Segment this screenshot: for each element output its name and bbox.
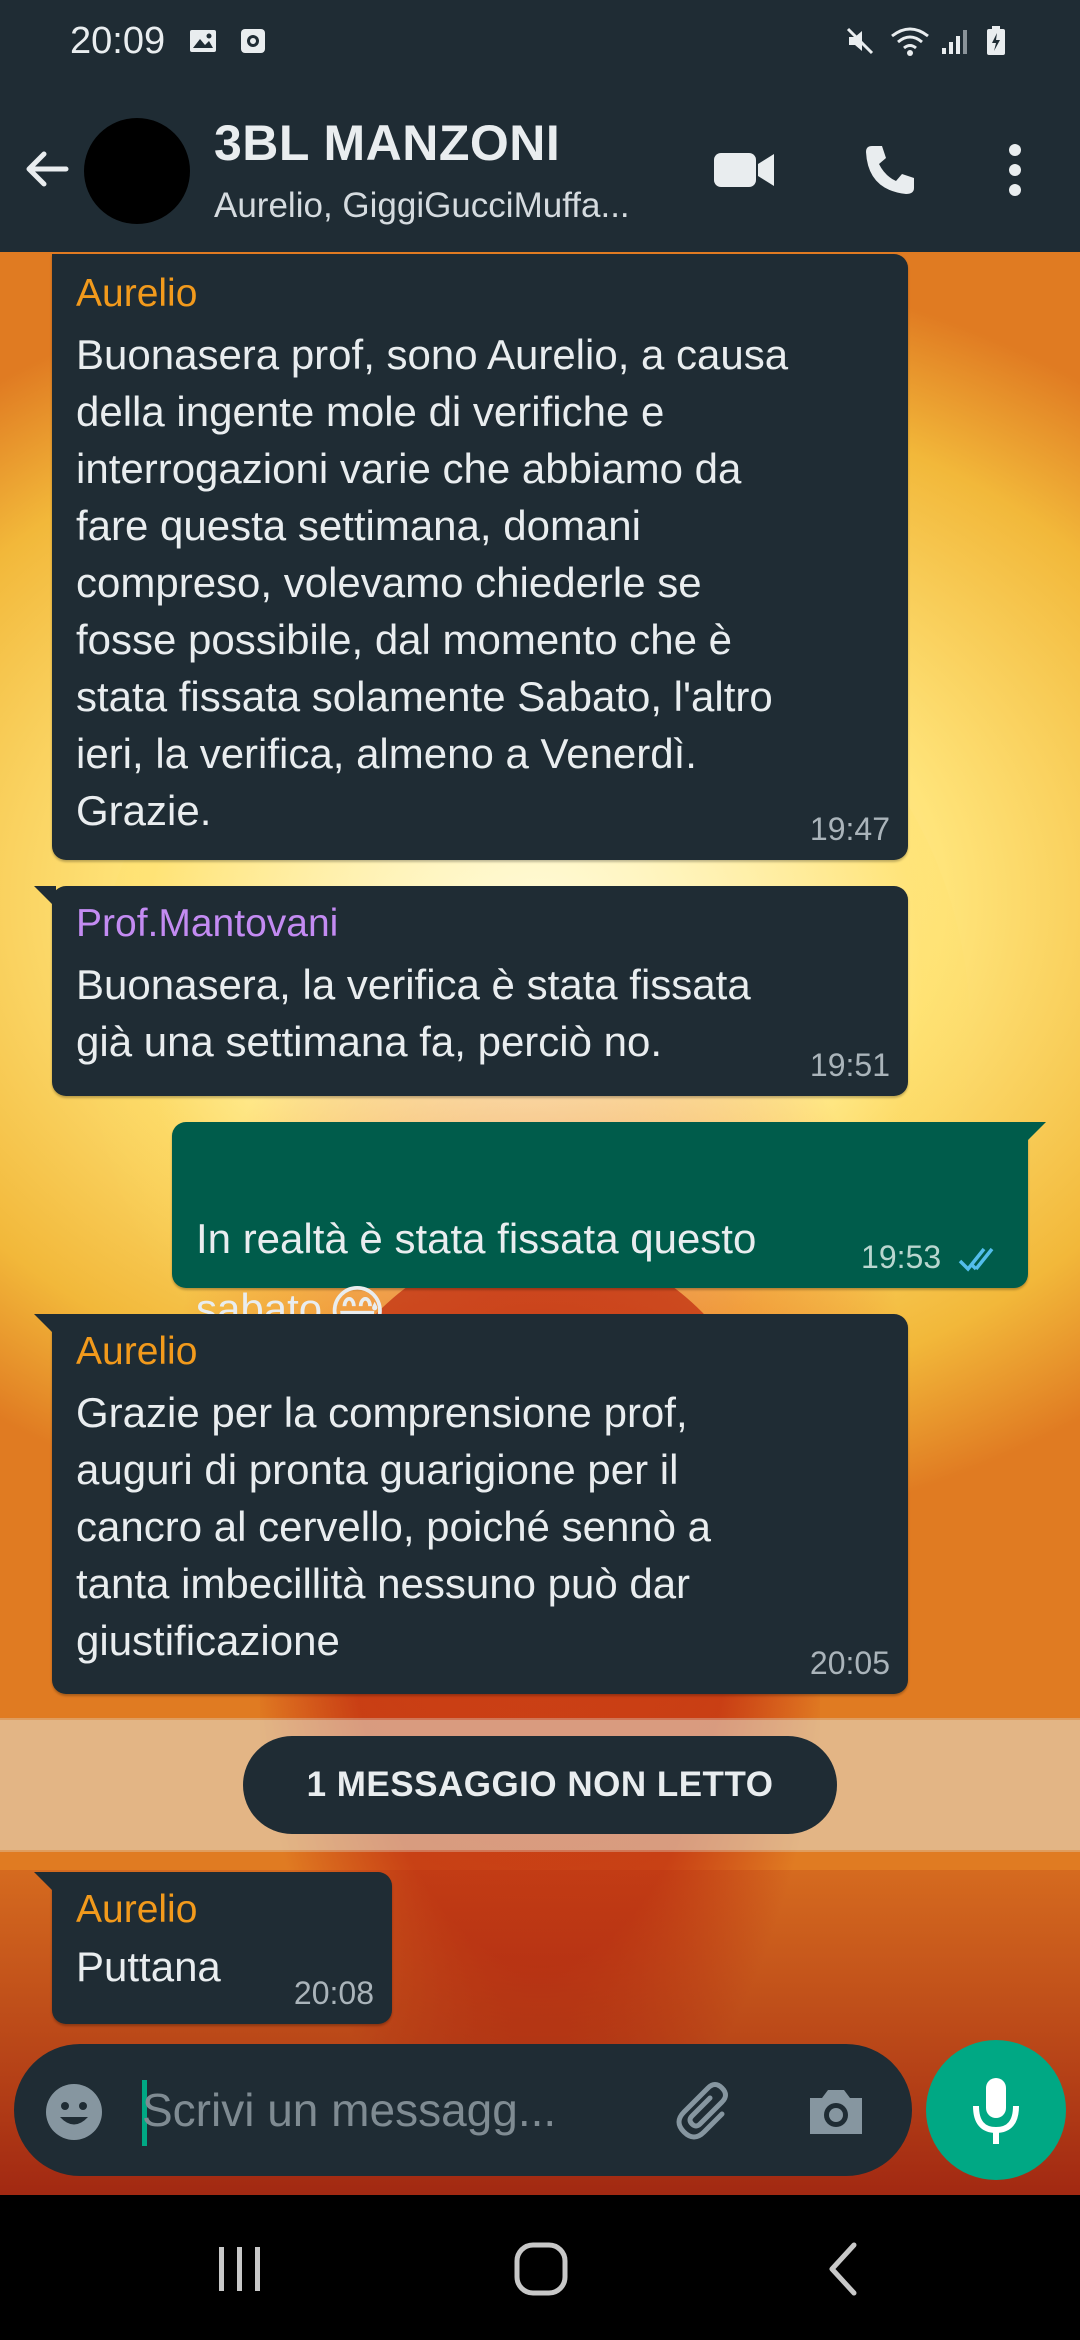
message-time: 20:05: [809, 1645, 890, 1681]
chat-header: 3BL MANZONI Aurelio, GiggiGucciMuffa...: [0, 86, 1080, 252]
camera-icon[interactable]: [804, 2082, 868, 2142]
unread-messages-label: 1 MESSAGGIO NON LETTO: [243, 1736, 837, 1834]
bubble-tail: [34, 1872, 56, 1894]
message-time: 20:08: [293, 1975, 374, 2011]
message-text: Grazie per la comprensione prof, auguri …: [76, 1389, 712, 1664]
home-icon[interactable]: [505, 2239, 575, 2299]
screenshot-notification-icon: [241, 29, 265, 53]
bubble-tail: [34, 1314, 56, 1336]
message-time: 19:51: [809, 1047, 890, 1083]
video-camera-icon[interactable]: [712, 140, 776, 200]
voice-message-button[interactable]: [926, 2040, 1066, 2180]
group-members[interactable]: Aurelio, GiggiGucciMuffa...: [214, 186, 684, 226]
message-sender: Prof.Mantovani: [76, 902, 339, 945]
bubble-tail: [34, 886, 56, 908]
message-bubble[interactable]: Aurelio Buonasera prof, sono Aurelio, a …: [52, 254, 908, 860]
message-composer: [14, 2044, 912, 2176]
battery-charging-icon: [987, 26, 1005, 55]
status-bar: 20:09: [0, 0, 1080, 86]
message-bubble[interactable]: Aurelio Puttana 20:08: [34, 1872, 392, 2024]
message-sender: Aurelio: [76, 1330, 198, 1373]
wifi-icon: [891, 27, 929, 56]
recent-apps-icon[interactable]: [205, 2239, 275, 2299]
back-nav-icon[interactable]: [810, 2239, 880, 2299]
microphone-icon: [973, 2078, 1019, 2144]
more-vertical-icon[interactable]: [990, 140, 1040, 200]
message-text: Buonasera prof, sono Aurelio, a causa de…: [76, 331, 789, 834]
arrow-left-icon[interactable]: [20, 142, 74, 196]
message-time: 19:47: [809, 811, 890, 847]
message-time: 19:53: [861, 1239, 942, 1275]
status-time: 20:09: [70, 20, 166, 62]
phone-icon[interactable]: [858, 140, 922, 200]
avatar[interactable]: [84, 118, 190, 224]
signal-icon: [942, 30, 967, 54]
message-sender: Aurelio: [76, 272, 198, 315]
mute-icon: [846, 27, 874, 55]
message-bubble[interactable]: In realtà è stata fissata questo sabato 😅…: [172, 1122, 1046, 1343]
message-sender: Aurelio: [76, 1888, 198, 1931]
message-input[interactable]: [142, 2072, 662, 2148]
paperclip-icon[interactable]: [670, 2078, 740, 2148]
message-text: Buonasera, la verifica è stata fissata g…: [76, 961, 751, 1065]
group-name[interactable]: 3BL MANZONI: [214, 114, 560, 172]
emoji-icon[interactable]: [44, 2082, 104, 2142]
message-bubble[interactable]: Aurelio Grazie per la comprensione prof,…: [34, 1314, 908, 1694]
bubble-tail: [1024, 1122, 1046, 1144]
message-bubble[interactable]: Prof.Mantovani Buonasera, la verifica è …: [34, 886, 908, 1096]
double-check-icon: [958, 1247, 994, 1272]
system-navigation-bar: [0, 2195, 1080, 2340]
gallery-notification-icon: [190, 30, 216, 52]
